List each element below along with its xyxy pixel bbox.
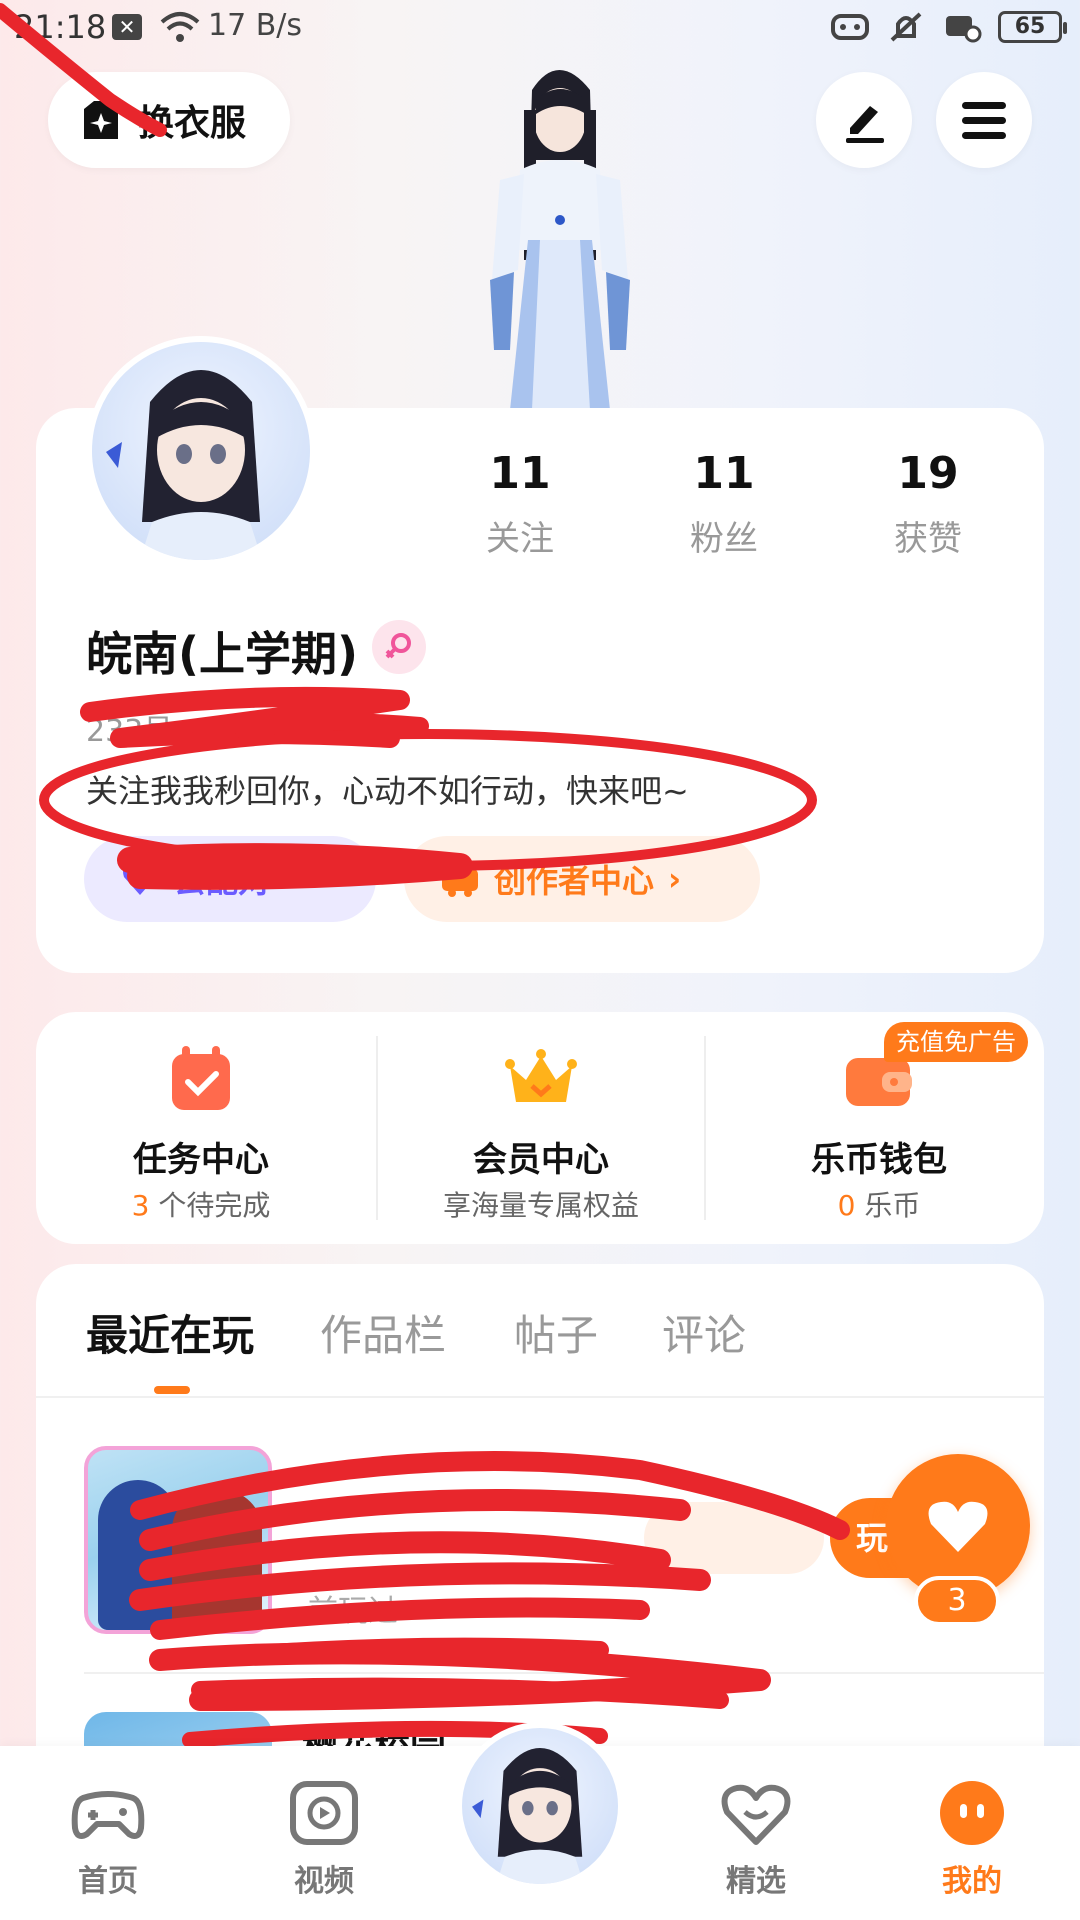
nav-profile[interactable]: 我的: [892, 1778, 1052, 1900]
nav-video-label: 视频: [294, 1864, 354, 1899]
game-mode-icon: [831, 14, 869, 40]
wardrobe-button[interactable]: 换衣服: [48, 72, 290, 168]
game-thumbnail: [84, 1446, 272, 1634]
game-tag: [644, 1502, 824, 1574]
female-gender-icon: [372, 620, 426, 674]
network-speed: 17 B/s: [208, 8, 303, 43]
pen-icon: [846, 106, 884, 143]
divider: [84, 1672, 1044, 1674]
avatar-portrait: [106, 370, 262, 560]
status-time: 21:18: [14, 8, 107, 46]
notification-close-icon: ✕: [112, 14, 142, 40]
battery-indicator: 65: [998, 11, 1067, 43]
nav-featured-label: 精选: [726, 1864, 786, 1899]
vip-center-title: 会员中心: [473, 1140, 609, 1180]
creator-label: 创作者中心: [494, 862, 655, 900]
menu-button[interactable]: [936, 72, 1032, 168]
profile-avatar[interactable]: [86, 336, 316, 566]
game-last-played: 前玩过: [308, 1594, 398, 1629]
likes-count: 19: [897, 448, 959, 499]
active-tab-indicator: [154, 1386, 190, 1394]
menu-icon: [962, 102, 1006, 139]
divider: [36, 1396, 1044, 1398]
heart-chat-icon: [721, 1784, 791, 1845]
avatar-portrait: [472, 1748, 584, 1884]
match-label: 去配对: [174, 862, 271, 900]
nav-home[interactable]: 首页: [28, 1778, 188, 1900]
chevron-right-icon: ›: [668, 860, 682, 898]
followers-label: 粉丝: [690, 519, 758, 559]
nav-avatar-button[interactable]: [456, 1722, 624, 1890]
creator-icon: [442, 869, 478, 897]
bio-text: 关注我我秒回你，心动不如行动，快来吧~: [86, 772, 689, 810]
stat-followers[interactable]: 11 粉丝: [664, 448, 784, 560]
profile-face-icon: [940, 1781, 1004, 1845]
mute-vibrate-icon: [890, 12, 922, 42]
status-bar: 21:18 ✕ 17 B/s 65: [0, 0, 1080, 56]
task-center-button[interactable]: 任务中心 3 个待完成: [36, 1012, 366, 1244]
tab-posts[interactable]: 帖子: [514, 1302, 598, 1363]
match-button[interactable]: 去配对 ›: [84, 836, 376, 922]
wifi-icon: [160, 12, 200, 42]
tab-comments[interactable]: 评论: [662, 1302, 746, 1363]
wallet-unit: 乐币: [855, 1189, 921, 1222]
followers-count: 11: [693, 448, 755, 499]
task-pending-text: 个待完成: [149, 1189, 271, 1222]
nav-video[interactable]: 视频: [244, 1778, 404, 1900]
heart-icon: [928, 1501, 988, 1552]
divider: [704, 1036, 706, 1220]
task-center-title: 任务中心: [133, 1140, 269, 1180]
like-count-badge: 3: [914, 1576, 1000, 1626]
tab-works[interactable]: 作品栏: [320, 1302, 446, 1363]
stat-following[interactable]: 11 关注: [460, 448, 580, 560]
following-label: 关注: [486, 519, 554, 559]
shirt-sparkle-icon: [84, 101, 118, 139]
gamepad-icon: [71, 1791, 145, 1839]
task-center-sub: 3 个待完成: [36, 1184, 366, 1224]
wallet-title: 乐币钱包: [811, 1140, 947, 1180]
recharge-ad-free-badge[interactable]: 充值免广告: [884, 1022, 1028, 1062]
heart-icon: [123, 865, 157, 895]
edit-profile-button[interactable]: [816, 72, 912, 168]
avatar-character[interactable]: [440, 50, 680, 410]
creator-center-button[interactable]: 创作者中心 ›: [404, 836, 760, 922]
username: 皖南(上学期): [86, 627, 359, 681]
nav-home-label: 首页: [78, 1864, 138, 1899]
following-count: 11: [489, 448, 551, 499]
wallet-sub: 0 乐币: [714, 1184, 1044, 1224]
wardrobe-label: 换衣服: [138, 103, 247, 144]
user-id: 233号:: [86, 714, 184, 749]
chevron-right-icon: ›: [284, 860, 298, 898]
message-off-icon: [946, 16, 982, 43]
nav-profile-label: 我的: [942, 1864, 1002, 1899]
video-icon: [290, 1781, 358, 1845]
task-pending-count: 3: [131, 1189, 150, 1222]
wallet-balance: 0: [837, 1189, 856, 1222]
vip-center-button[interactable]: 会员中心 享海量专属权益: [376, 1012, 706, 1244]
likes-label: 获赞: [894, 519, 962, 559]
stat-likes[interactable]: 19 获赞: [868, 448, 988, 560]
calendar-check-icon: [172, 1046, 230, 1110]
vip-center-sub: 享海量专属权益: [442, 1189, 639, 1222]
tab-recently-played[interactable]: 最近在玩: [86, 1302, 254, 1363]
crown-icon: [505, 1049, 577, 1102]
nav-featured[interactable]: 精选: [676, 1778, 836, 1900]
